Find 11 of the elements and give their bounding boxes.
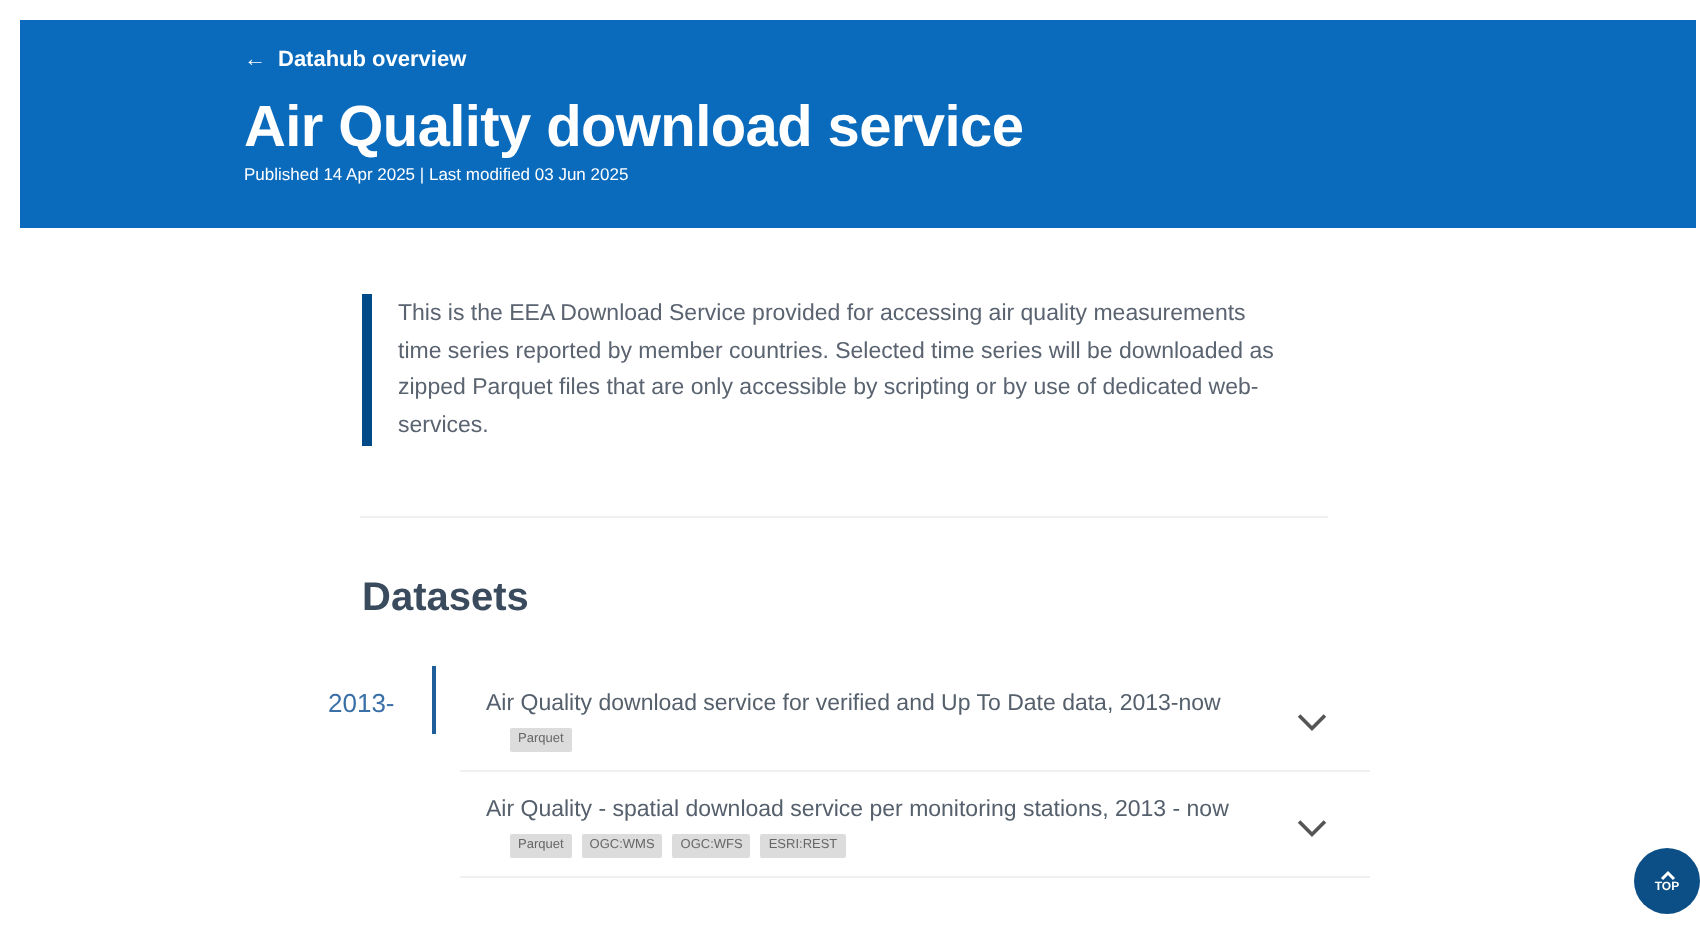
back-link[interactable]: ← Datahub overview bbox=[244, 48, 467, 72]
dataset-title[interactable]: Air Quality download service for verified and Up To Date data, 2013-now bbox=[486, 690, 1294, 720]
period-label: 2013- bbox=[328, 686, 397, 722]
chevron-down-icon[interactable] bbox=[1294, 815, 1330, 839]
section-heading: Datasets bbox=[362, 574, 531, 622]
page-title: Air Quality download service bbox=[244, 94, 1026, 162]
caret-up-icon bbox=[1659, 869, 1675, 879]
dataset-title[interactable]: Air Quality - spatial download service per monitoring stations, 2013 - now bbox=[486, 796, 1294, 826]
description: This is the EEA Download Service provided for accessing air quality measurements time series reported by member countries. Selected time series will be downloaded as zipped Parquet files that are only accessible by scripting or by use of dedicated web-services. bbox=[362, 294, 1288, 446]
publish-dates: Published 14 Apr 2025 | Last modified 03 Jun 2025 bbox=[244, 164, 631, 184]
chevron-down-icon[interactable] bbox=[1294, 709, 1330, 733]
